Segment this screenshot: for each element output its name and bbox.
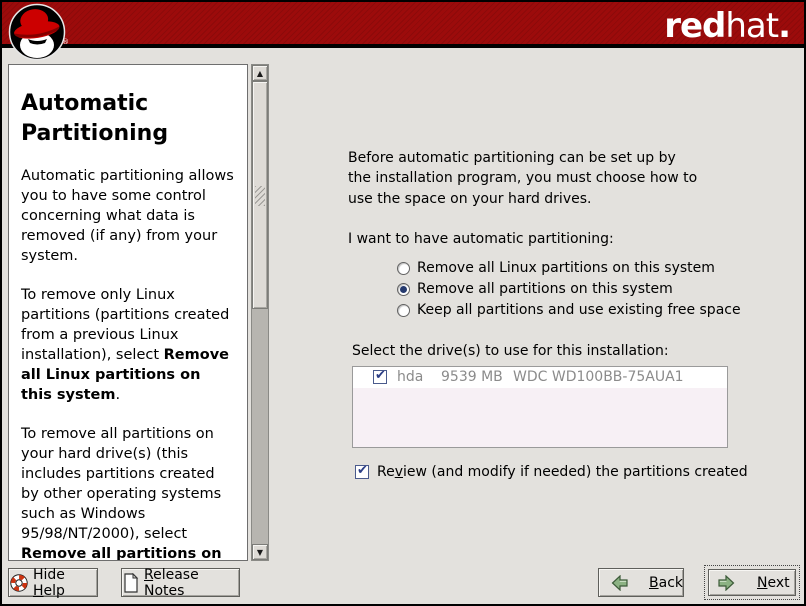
radio-option-0[interactable]: Remove all Linux partitions on this syst…	[397, 258, 788, 279]
redhat-wordmark: redhat.	[664, 6, 790, 46]
hide-help-label: Hide Help	[33, 567, 97, 599]
drive-select-label: Select the drive(s) to use for this inst…	[352, 343, 788, 359]
review-checkbox-row[interactable]: Review (and modify if needed) the partit…	[355, 464, 788, 480]
next-arrow-icon	[717, 575, 735, 591]
review-label-post: iew (and modify if needed) the partition…	[403, 464, 748, 480]
wordmark-period: .	[778, 6, 790, 46]
help-panel: Automatic Partitioning Automatic partiti…	[8, 64, 248, 561]
scrollbar-thumb[interactable]	[252, 81, 268, 309]
next-label: Next	[757, 575, 790, 591]
drive-name: hda	[397, 369, 441, 385]
help-p3-bold: Remove all partitions on this system	[21, 546, 222, 561]
hide-help-button[interactable]: Hide Help	[8, 568, 98, 597]
installer-window: redhat. ® Automatic Partitioning Automat…	[0, 0, 806, 606]
help-p2-end: .	[116, 387, 121, 403]
wordmark-red: red	[664, 6, 725, 46]
radio-option-2-label: Keep all partitions and use existing fre…	[417, 302, 741, 318]
review-label: Review (and modify if needed) the partit…	[377, 464, 748, 480]
help-paragraph-2: To remove only Linux partitions (partiti…	[21, 285, 235, 405]
drive-checkbox-icon[interactable]	[373, 370, 387, 384]
wordmark-hat: hat	[725, 6, 778, 46]
scroll-down-icon[interactable]: ▼	[252, 544, 268, 560]
drive-size: 9539 MB	[441, 369, 513, 385]
release-notes-label: Release Notes	[144, 567, 239, 599]
release-notes-button[interactable]: Release Notes	[121, 568, 240, 597]
partitioning-prompt: I want to have automatic partitioning:	[348, 231, 788, 247]
document-icon	[122, 573, 140, 593]
scroll-up-icon[interactable]: ▲	[252, 65, 268, 81]
review-checkbox-icon[interactable]	[355, 465, 369, 479]
help-paragraph-3: To remove all partitions on your hard dr…	[21, 424, 235, 561]
radio-button-icon[interactable]	[397, 262, 410, 275]
scrollbar-grip	[255, 186, 265, 206]
main-content: Before automatic partitioning can be set…	[348, 148, 788, 480]
radio-button-icon[interactable]	[397, 283, 410, 296]
radio-button-icon[interactable]	[397, 304, 410, 317]
registered-trademark: ®	[62, 38, 69, 46]
drive-model: WDC WD100BB-75AUA1	[513, 369, 684, 385]
radio-option-0-label: Remove all Linux partitions on this syst…	[417, 260, 715, 276]
back-button[interactable]: Back	[598, 568, 684, 597]
life-preserver-icon	[9, 573, 29, 593]
drive-row-hda[interactable]: hda 9539 MB WDC WD100BB-75AUA1	[353, 367, 727, 388]
partitioning-radio-group: Remove all Linux partitions on this syst…	[397, 258, 788, 321]
next-button[interactable]: Next	[708, 569, 796, 596]
radio-option-1[interactable]: Remove all partitions on this system	[397, 279, 788, 300]
help-paragraph-1: Automatic partitioning allows you to hav…	[21, 166, 235, 266]
back-arrow-icon	[611, 575, 629, 591]
next-button-focus-ring: Next	[704, 565, 800, 600]
back-label: Back	[649, 575, 683, 591]
drive-list[interactable]: hda 9539 MB WDC WD100BB-75AUA1	[352, 366, 728, 448]
review-label-pre: Re	[377, 464, 395, 480]
help-scrollbar[interactable]: ▲ ▼	[251, 64, 269, 561]
radio-option-1-label: Remove all partitions on this system	[417, 281, 673, 297]
review-label-mnemonic: v	[395, 464, 403, 480]
help-title: Automatic Partitioning	[21, 89, 235, 148]
header-banner: redhat.	[2, 2, 804, 48]
help-p3-text: To remove all partitions on your hard dr…	[21, 426, 221, 542]
radio-option-2[interactable]: Keep all partitions and use existing fre…	[397, 300, 788, 321]
intro-text: Before automatic partitioning can be set…	[348, 148, 698, 209]
redhat-shadowman-logo-icon	[8, 3, 66, 61]
